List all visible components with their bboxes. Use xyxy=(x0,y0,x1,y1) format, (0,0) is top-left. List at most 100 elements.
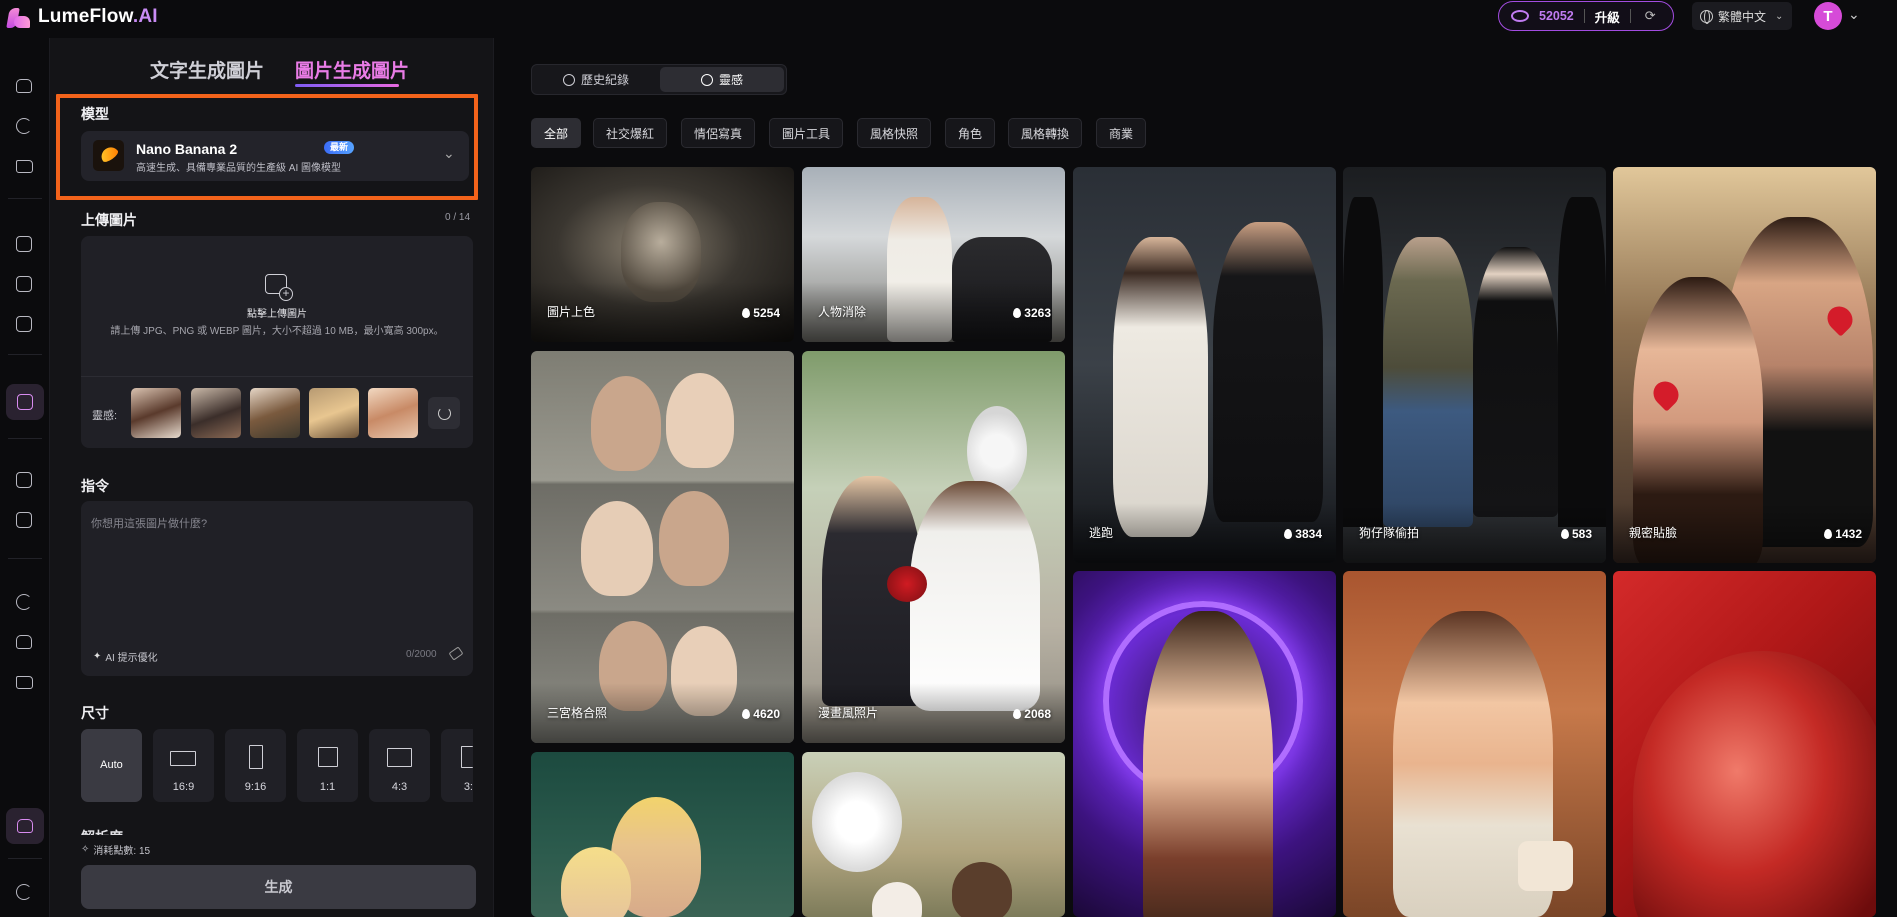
chip-all[interactable]: 全部 xyxy=(531,118,582,148)
inspiration-tab[interactable]: 靈感 xyxy=(660,67,784,92)
chip-character[interactable]: 角色 xyxy=(945,118,996,148)
card-likes: 583 xyxy=(1560,527,1592,541)
refresh-inspiration-button[interactable] xyxy=(428,397,460,429)
gallery-card[interactable] xyxy=(1343,571,1606,917)
prompt-label: 指令 xyxy=(81,478,109,494)
history-icon xyxy=(562,73,575,86)
coin-icon: ✧ xyxy=(81,844,90,855)
refresh-icon xyxy=(437,406,451,420)
image-icon[interactable] xyxy=(12,232,36,256)
credits-count: 52052 xyxy=(1539,9,1574,23)
card-caption: 逃跑 xyxy=(1089,526,1114,540)
eraser-icon[interactable] xyxy=(448,646,464,661)
book-icon[interactable] xyxy=(12,670,36,694)
left-rail xyxy=(0,38,50,917)
image-to-image-icon[interactable] xyxy=(6,384,44,420)
ai-optimize-button[interactable]: ✦ AI 提示優化 xyxy=(93,649,158,664)
credits-pill[interactable]: 52052 升級 ⟳ xyxy=(1498,1,1674,31)
chat-icon[interactable] xyxy=(12,880,36,904)
resolution-label: 解析度 xyxy=(81,827,123,835)
gallery-card[interactable]: 人物消除 3263 xyxy=(802,167,1065,342)
ratio-1-1-icon xyxy=(318,747,338,767)
size-option-1-1[interactable]: 1:1 xyxy=(297,729,358,802)
language-label: 繁體中文 xyxy=(1718,9,1767,24)
image-edit-icon[interactable] xyxy=(12,272,36,296)
chevron-down-icon: ⌄ xyxy=(1775,10,1784,22)
drop-icon xyxy=(742,308,751,318)
size-option-auto[interactable]: Auto xyxy=(81,729,142,802)
refresh-icon[interactable]: ⟳ xyxy=(1645,8,1656,24)
gallery-card[interactable] xyxy=(1073,571,1336,917)
ratio-16-9-icon xyxy=(170,751,196,766)
drop-icon xyxy=(1560,529,1569,539)
chip-style-snapshot[interactable]: 風格快照 xyxy=(857,118,932,148)
gallery-card[interactable]: 親密貼臉 1432 xyxy=(1613,167,1876,563)
card-caption: 三宮格合照 xyxy=(547,706,608,720)
card-likes: 2068 xyxy=(1013,707,1051,721)
chevron-down-icon[interactable]: ⌄ xyxy=(1848,6,1860,23)
active-tab-indicator xyxy=(295,84,399,87)
history-tab[interactable]: 歷史紀錄 xyxy=(534,67,658,92)
card-caption: 親密貼臉 xyxy=(1629,526,1678,540)
upgrade-button[interactable]: 升級 xyxy=(1595,7,1620,26)
ratio-4-3-icon xyxy=(387,748,412,767)
inspiration-thumb[interactable] xyxy=(191,388,241,438)
size-option-4-3[interactable]: 4:3 xyxy=(369,729,430,802)
card-likes: 5254 xyxy=(742,306,780,320)
image-enhance-icon[interactable] xyxy=(12,312,36,336)
size-option-9-16[interactable]: 9:16 xyxy=(225,729,286,802)
upload-dropzone[interactable]: 點擊上傳圖片 請上傳 JPG、PNG 或 WEBP 圖片，大小不超過 10 MB… xyxy=(81,236,473,448)
gallery-card[interactable] xyxy=(1613,571,1876,917)
gallery-card[interactable]: 三宮格合照 4620 xyxy=(531,351,794,743)
tab-text-to-image[interactable]: 文字生成圖片 xyxy=(150,56,264,83)
folder-icon[interactable] xyxy=(12,154,36,178)
video-icon[interactable] xyxy=(12,468,36,492)
sparkle-icon: ✦ xyxy=(93,651,102,662)
upload-label: 上傳圖片 xyxy=(81,212,137,228)
chip-image-tools[interactable]: 圖片工具 xyxy=(769,118,844,148)
card-caption: 狗仔隊偷拍 xyxy=(1359,526,1420,540)
database-icon[interactable] xyxy=(6,808,44,844)
inspiration-thumb[interactable] xyxy=(368,388,418,438)
drop-icon xyxy=(1824,529,1833,539)
upload-count: 0 / 14 xyxy=(445,212,471,223)
size-option-16-9[interactable]: 16:9 xyxy=(153,729,214,802)
char-count: 0/2000 xyxy=(406,649,437,660)
drop-icon xyxy=(742,709,751,719)
add-image-icon xyxy=(265,274,293,301)
drop-icon xyxy=(1013,308,1022,318)
gallery-card[interactable]: 漫畫風照片 2068 xyxy=(802,351,1065,743)
prompt-input[interactable] xyxy=(81,501,473,641)
gallery-card[interactable] xyxy=(802,752,1065,917)
microphone-icon[interactable] xyxy=(12,630,36,654)
home-icon[interactable] xyxy=(12,74,36,98)
gallery-card[interactable]: 圖片上色 5254 xyxy=(531,167,794,342)
card-caption: 圖片上色 xyxy=(547,305,596,319)
inspiration-thumb[interactable] xyxy=(131,388,181,438)
photo-icon[interactable] xyxy=(12,508,36,532)
generate-button[interactable]: 生成 xyxy=(81,865,476,909)
gallery-card[interactable] xyxy=(531,752,794,917)
tab-image-to-image[interactable]: 圖片生成圖片 xyxy=(295,56,409,83)
drop-icon xyxy=(1013,709,1022,719)
ratio-3-4-icon xyxy=(461,746,473,768)
gallery-card[interactable]: 逃跑 3834 xyxy=(1073,167,1336,563)
chip-business[interactable]: 商業 xyxy=(1096,118,1147,148)
chip-couple-photo[interactable]: 情侶寫真 xyxy=(681,118,756,148)
inspiration-thumb[interactable] xyxy=(250,388,300,438)
language-selector[interactable]: 繁體中文 ⌄ xyxy=(1692,2,1792,30)
inspiration-thumb[interactable] xyxy=(309,388,359,438)
size-label: 尺寸 xyxy=(81,705,109,721)
avatar[interactable]: T xyxy=(1814,2,1842,30)
globe-icon xyxy=(1700,9,1713,24)
logo[interactable]: LumeFlow.AI xyxy=(6,4,158,30)
cost-label: ✧ 消耗點數: 15 xyxy=(81,844,151,857)
chip-style-transfer[interactable]: 風格轉換 xyxy=(1008,118,1083,148)
view-toggle: 歷史紀錄 靈感 xyxy=(531,64,787,95)
gallery-card[interactable]: 狗仔隊偷拍 583 xyxy=(1343,167,1606,563)
size-option-3-4[interactable]: 3: xyxy=(441,729,473,802)
people-icon[interactable] xyxy=(12,590,36,614)
sync-icon[interactable] xyxy=(12,114,36,138)
top-bar: LumeFlow.AI 52052 升級 ⟳ 繁體中文 ⌄ T ⌄ xyxy=(0,0,1897,38)
chip-social-viral[interactable]: 社交爆紅 xyxy=(593,118,668,148)
